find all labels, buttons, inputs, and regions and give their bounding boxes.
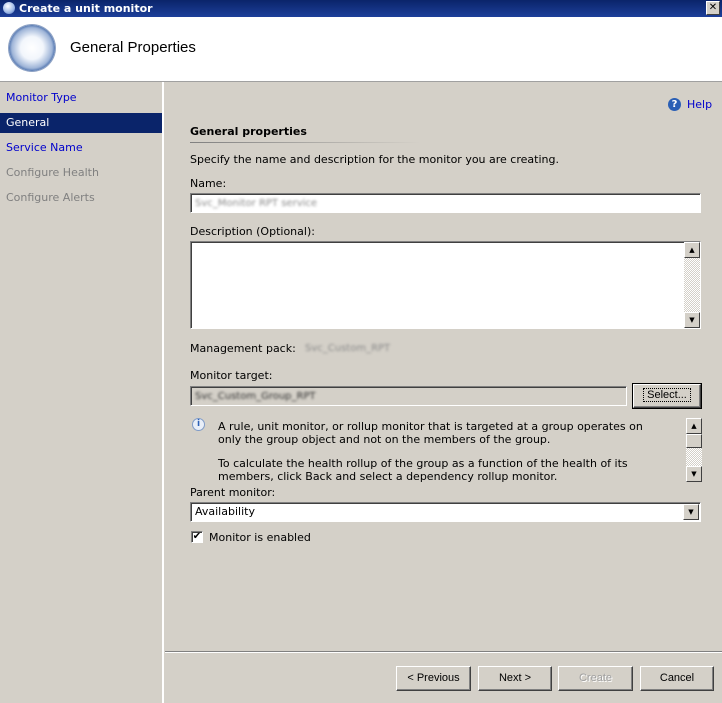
- wizard-steps-sidebar: Monitor Type General Service Name Config…: [0, 82, 164, 703]
- monitor-target-value: Svc_Custom_Group_RPT: [195, 391, 316, 402]
- cancel-button[interactable]: Cancel: [640, 666, 714, 691]
- step-general[interactable]: General: [0, 113, 162, 133]
- monitor-target-label: Monitor target:: [190, 369, 273, 382]
- wizard-header: General Properties: [0, 17, 722, 82]
- info-text-2: To calculate the health rollup of the gr…: [218, 457, 628, 483]
- monitor-target-field: Svc_Custom_Group_RPT: [190, 386, 627, 406]
- previous-button[interactable]: < Previous: [396, 666, 471, 691]
- select-target-button[interactable]: Select...: [632, 383, 702, 409]
- parent-monitor-label: Parent monitor:: [190, 486, 276, 499]
- scroll-down-button[interactable]: ▼: [684, 312, 700, 328]
- monitor-enabled-label[interactable]: Monitor is enabled: [209, 531, 311, 544]
- name-value: Svc_Monitor RPT service: [195, 198, 318, 209]
- management-pack-value: Svc_Custom_RPT: [305, 343, 391, 354]
- step-configure-health: Configure Health: [6, 166, 99, 179]
- monitor-orb-icon: [9, 25, 55, 71]
- select-target-label: Select...: [643, 388, 691, 402]
- step-service-name[interactable]: Service Name: [0, 138, 162, 158]
- info-scrollbar[interactable]: ▲ ▼: [686, 418, 702, 482]
- name-input[interactable]: Svc_Monitor RPT service: [190, 193, 701, 213]
- monitor-enabled-checkbox[interactable]: ✔: [191, 531, 203, 543]
- step-monitor-type[interactable]: Monitor Type: [0, 88, 162, 108]
- scroll-up-button[interactable]: ▲: [684, 242, 700, 258]
- info-scroll-up-button[interactable]: ▲: [686, 418, 702, 434]
- title-bar[interactable]: Create a unit monitor ✕: [0, 0, 722, 17]
- section-divider: [190, 142, 420, 143]
- description-scrollbar[interactable]: ▲ ▼: [684, 242, 700, 328]
- description-textarea[interactable]: ▲ ▼: [190, 241, 701, 329]
- help-icon[interactable]: ?: [668, 98, 681, 111]
- page-title: General Properties: [70, 39, 196, 56]
- app-icon: [3, 2, 15, 14]
- footer-divider: [165, 651, 722, 653]
- description-label: Description (Optional):: [190, 225, 315, 238]
- dropdown-arrow-icon[interactable]: ▼: [683, 504, 699, 520]
- section-title: General properties: [190, 125, 307, 138]
- window-title: Create a unit monitor: [19, 2, 153, 15]
- info-icon: i: [192, 418, 205, 431]
- intro-text: Specify the name and description for the…: [190, 153, 559, 166]
- info-text-1: A rule, unit monitor, or rollup monitor …: [218, 420, 643, 446]
- management-pack-label: Management pack:: [190, 342, 296, 355]
- next-button[interactable]: Next >: [478, 666, 552, 691]
- step-configure-alerts: Configure Alerts: [6, 191, 95, 204]
- help-link[interactable]: Help: [687, 98, 712, 111]
- parent-monitor-value: Availability: [195, 505, 255, 518]
- create-button: Create: [558, 666, 633, 691]
- info-scroll-thumb[interactable]: [686, 434, 702, 448]
- close-button[interactable]: ✕: [706, 1, 720, 15]
- parent-monitor-select[interactable]: Availability ▼: [190, 502, 701, 522]
- name-label: Name:: [190, 177, 227, 190]
- info-scroll-down-button[interactable]: ▼: [686, 466, 702, 482]
